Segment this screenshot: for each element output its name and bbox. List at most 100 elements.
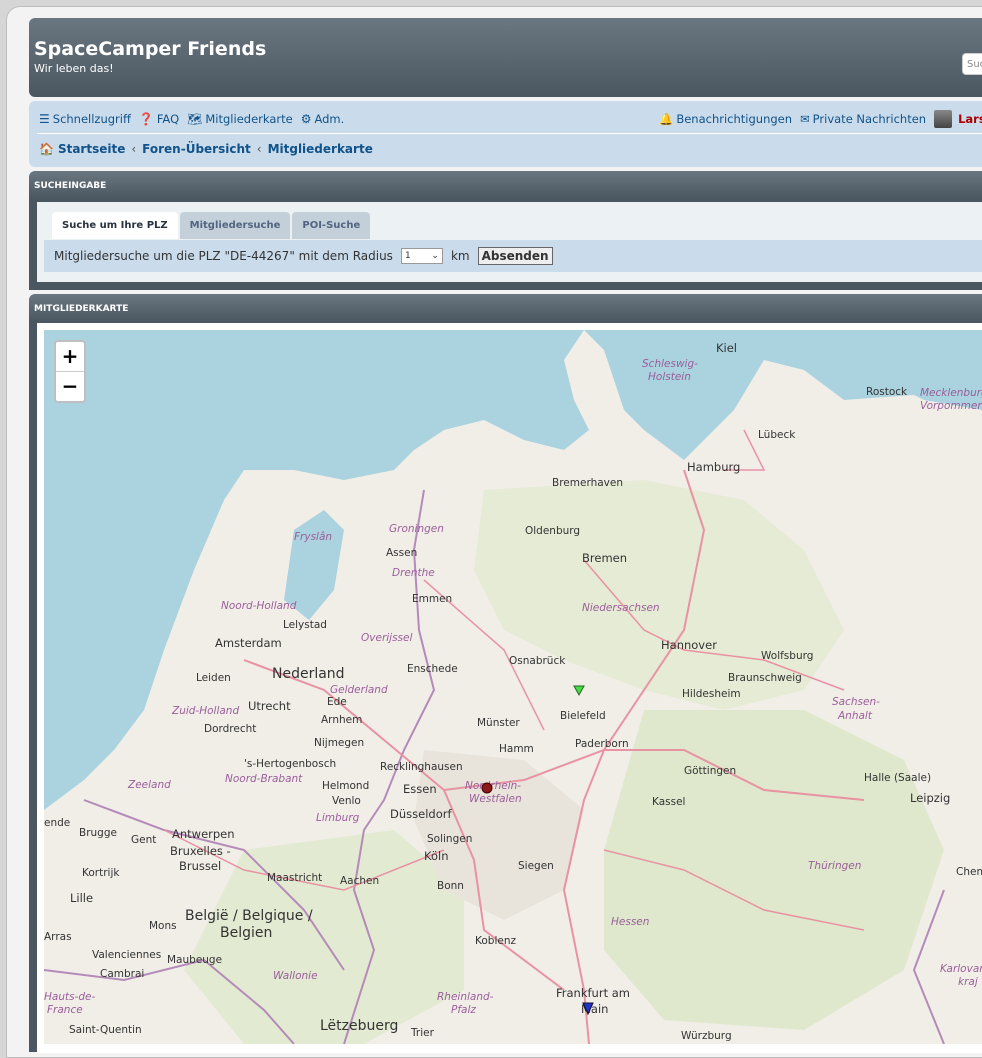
map-label: Utrecht — [248, 699, 291, 713]
map-label: Sachsen- — [832, 696, 880, 708]
map-label: Nederland — [272, 666, 345, 682]
map-label: Siegen — [518, 860, 554, 872]
map-label: Hamburg — [687, 460, 741, 474]
navbar: ☰ Schnellzugriff ❓ FAQ 🗺 Mitgliederkarte… — [29, 101, 982, 167]
map-label: ende — [44, 817, 71, 829]
map-label: Hildesheim — [682, 688, 741, 700]
map-label: Aachen — [340, 875, 380, 887]
site-title[interactable]: SpaceCamper Friends — [34, 38, 266, 60]
radius-select[interactable]: 1 ⌄ — [400, 248, 443, 264]
map-label: Assen — [386, 547, 418, 559]
map-label: Rostock — [866, 386, 908, 398]
map-label: Arnhem — [321, 714, 363, 726]
map-label: Drenthe — [392, 567, 435, 579]
map-label: Bremerhaven — [552, 477, 623, 489]
nav-admin[interactable]: ⚙ Adm. — [301, 112, 345, 126]
map-label: Frankfurt am — [556, 986, 630, 1000]
map-label: Brussel — [179, 859, 222, 873]
nav-member-map-label: Mitgliederkarte — [205, 112, 293, 126]
breadcrumb-member-map[interactable]: Mitgliederkarte — [268, 142, 373, 156]
search-form-row: Mitgliedersuche um die PLZ "DE-44267" mi… — [44, 240, 982, 272]
map-label: Dordrecht — [204, 723, 257, 735]
map-label: Niedersachsen — [582, 602, 660, 614]
zoom-in-button[interactable]: + — [56, 342, 84, 372]
map-label: 's-Hertogenbosch — [244, 758, 337, 770]
map-label: Düsseldorf — [390, 807, 452, 821]
member-map[interactable]: Kiel Schleswig- Holstein Rostock Mecklen… — [44, 330, 982, 1044]
nav-faq[interactable]: ❓ FAQ — [139, 112, 179, 126]
breadcrumb-forums[interactable]: Foren-Übersicht — [142, 142, 251, 156]
nav-admin-label: Adm. — [314, 112, 345, 126]
zoom-out-button[interactable]: − — [56, 372, 84, 401]
map-label: Oldenburg — [525, 525, 581, 537]
nav-notifications[interactable]: 🔔 Benachrichtigungen — [659, 112, 792, 126]
map-label: Noord-Brabant — [225, 773, 303, 785]
map-label: Gelderland — [330, 684, 388, 696]
breadcrumb: 🏠 Startseite ‹ Foren-Übersicht ‹ Mitglie… — [39, 142, 373, 156]
submit-button[interactable]: Absenden — [477, 247, 553, 265]
nav-member-map[interactable]: 🗺 Mitgliederkarte — [187, 112, 293, 126]
map-label: Pfalz — [451, 1004, 476, 1016]
map-label: Hauts-de- — [44, 991, 96, 1003]
map-label: Würzburg — [681, 1030, 732, 1042]
map-label: Antwerpen — [172, 827, 235, 841]
map-label: Zuid-Holland — [172, 705, 240, 717]
map-label: Enschede — [407, 663, 458, 675]
map-label: Braunschweig — [728, 672, 802, 684]
nav-quicklinks[interactable]: ☰ Schnellzugriff — [39, 112, 131, 126]
map-label: Vorpommern — [920, 400, 982, 412]
map-label: Ede — [327, 696, 347, 708]
map-label: Anhalt — [838, 710, 872, 722]
home-icon: 🏠 — [39, 142, 54, 156]
tab-poi-search[interactable]: POI-Suche — [292, 212, 371, 239]
map-label: Thüringen — [808, 860, 862, 872]
map-label: Bonn — [437, 880, 464, 892]
breadcrumb-home[interactable]: Startseite — [58, 142, 125, 156]
map-label: Arras — [44, 931, 72, 943]
map-icon: 🗺 — [187, 112, 203, 126]
tab-member-search[interactable]: Mitgliedersuche — [179, 212, 291, 239]
map-label: Holstein — [648, 371, 691, 383]
chevron-left-icon: ‹ — [256, 142, 262, 156]
map-label: Hannover — [661, 638, 717, 652]
map-label: Leipzig — [910, 791, 951, 805]
map-label: Chem — [956, 866, 982, 878]
help-icon: ❓ — [138, 112, 154, 126]
map-label: Gent — [131, 834, 157, 846]
map-label: Overijssel — [361, 632, 413, 644]
map-label: Belgien — [220, 925, 273, 941]
header-search-input[interactable]: Such — [962, 53, 982, 75]
map-label: Cambrai — [100, 968, 145, 980]
map-label: Groningen — [389, 523, 444, 535]
map-label: Kassel — [652, 796, 686, 808]
menu-icon: ☰ — [39, 112, 50, 126]
map-label: België / Belgique / — [185, 908, 313, 924]
nav-notifications-label: Benachrichtigungen — [676, 112, 793, 126]
avatar[interactable] — [934, 110, 953, 128]
nav-quicklinks-label: Schnellzugriff — [52, 112, 131, 126]
map-label: Mecklenburg — [920, 387, 982, 399]
map-label: Venlo — [332, 795, 361, 807]
map-label: Lëtzebuerg — [320, 1018, 399, 1034]
map-label: Lille — [70, 891, 94, 905]
member-marker-red[interactable] — [481, 782, 493, 794]
map-label: Wallonie — [273, 970, 318, 982]
map-label: Amsterdam — [215, 636, 282, 650]
username-link[interactable]: Lars W — [958, 112, 982, 126]
member-marker-blue[interactable] — [582, 1002, 594, 1016]
map-label: Rheinland- — [437, 991, 494, 1003]
tab-plz-search[interactable]: Suche um Ihre PLZ — [52, 212, 178, 239]
map-label: Paderborn — [575, 738, 629, 750]
member-marker-green[interactable] — [573, 685, 585, 697]
map-label: Osnabrück — [509, 655, 566, 667]
radius-unit: km — [450, 249, 470, 263]
map-label: Solingen — [427, 833, 473, 845]
inbox-icon: ✉ — [800, 112, 810, 126]
map-label: Wolfsburg — [761, 650, 814, 662]
gears-icon: ⚙ — [300, 112, 312, 126]
map-label: Emmen — [412, 593, 453, 605]
search-panel-header: SUCHEINGABE — [29, 171, 982, 199]
map-label: Recklinghausen — [380, 761, 463, 773]
map-label: Helmond — [322, 780, 370, 792]
nav-private-messages[interactable]: ✉ Private Nachrichten — [800, 112, 926, 126]
